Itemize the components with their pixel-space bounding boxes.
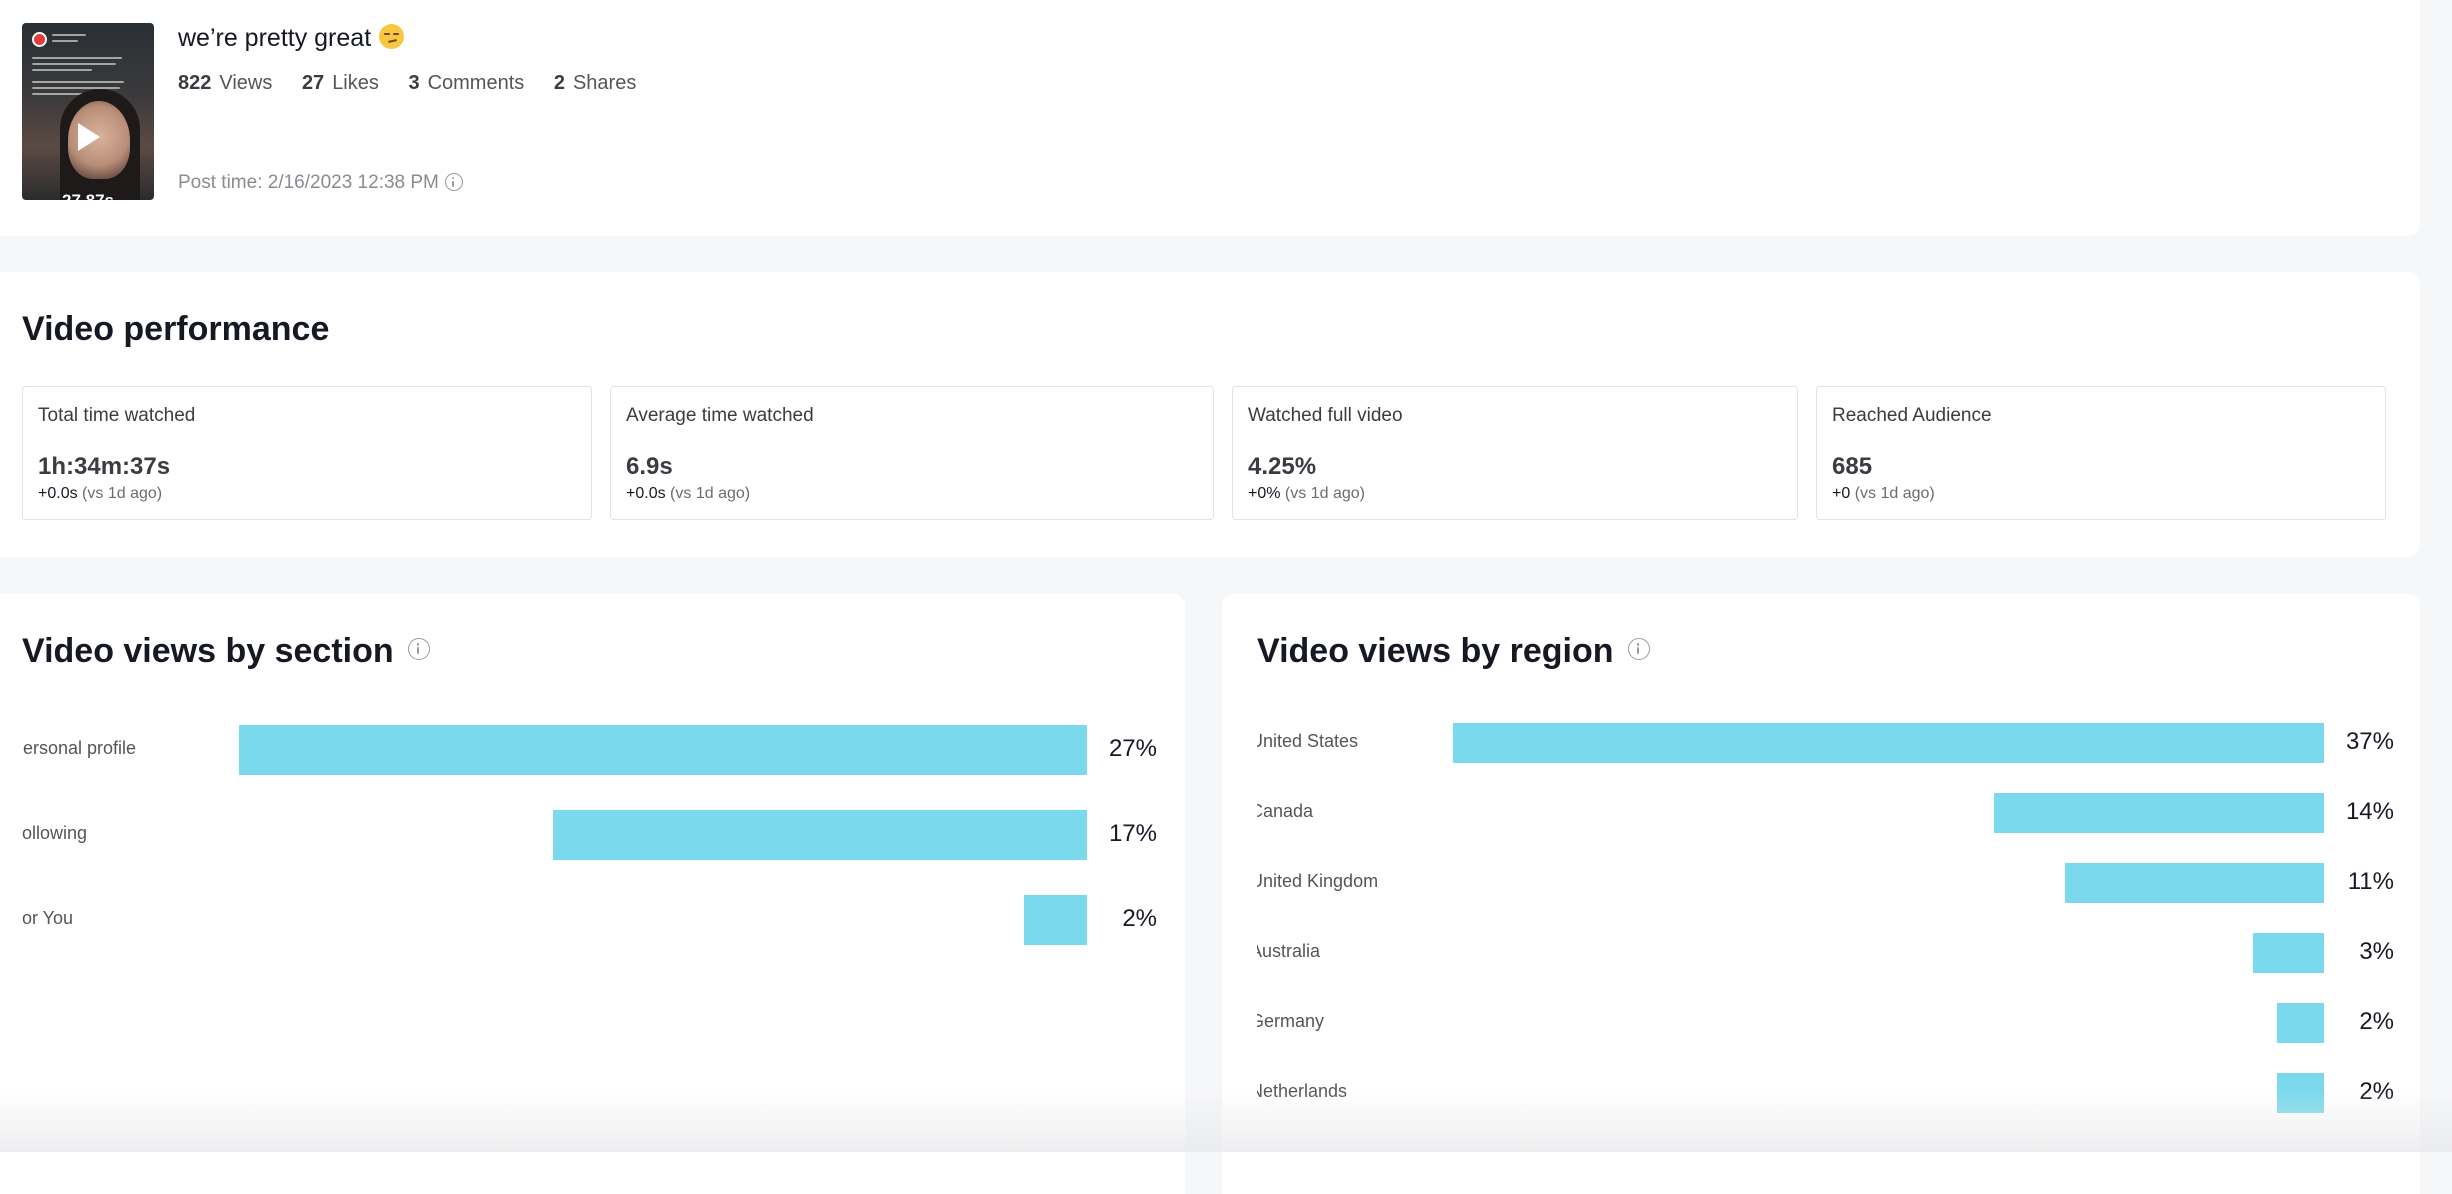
video-header-card: 27.87s we’re pretty great 822Views 27Lik… xyxy=(0,0,2420,236)
bar-label: Following xyxy=(22,823,88,843)
metric-average-time-watched: Average time watched 6.9s +0.0s (vs 1d a… xyxy=(610,386,1214,520)
metric-value: 4.25% xyxy=(1248,453,1317,480)
bar[interactable] xyxy=(2253,933,2324,973)
bar-value-label: 2% xyxy=(2359,1078,2394,1105)
views-by-section-title: Video views by section xyxy=(22,632,430,671)
bar[interactable] xyxy=(1994,793,2324,833)
metric-delta: +0.0s (vs 1d ago) xyxy=(38,485,163,502)
video-title: we’re pretty great xyxy=(178,24,405,53)
post-time-text: Post time: 2/16/2023 12:38 PM xyxy=(178,172,439,193)
metric-delta: +0% (vs 1d ago) xyxy=(1248,485,1365,502)
metric-delta: +0 (vs 1d ago) xyxy=(1832,485,1935,502)
bar-value-label: 3% xyxy=(2359,938,2394,965)
bar-label: United States xyxy=(1257,731,1359,751)
video-title-text: we’re pretty great xyxy=(178,24,372,52)
smirking-face-icon xyxy=(379,24,405,49)
info-icon[interactable] xyxy=(1627,638,1650,660)
bar-label: United Kingdom xyxy=(1257,871,1379,891)
thumbnail-text-line xyxy=(52,40,78,42)
bar[interactable] xyxy=(553,810,1087,860)
bar-value-label: 11% xyxy=(2347,868,2394,895)
bar[interactable] xyxy=(1453,723,2324,763)
thumbnail-text-line xyxy=(32,57,122,59)
views-by-section-title-text: Video views by section xyxy=(22,632,394,670)
bar-value-label: 2% xyxy=(1122,905,1157,932)
thumbnail-text-line xyxy=(52,34,86,36)
thumbnail-text-line xyxy=(32,69,92,71)
metric-total-time-watched: Total time watched 1h:34m:37s +0.0s (vs … xyxy=(22,386,592,520)
stat-likes: 27 Likes xyxy=(301,72,379,94)
video-thumbnail[interactable]: 27.87s xyxy=(22,23,154,200)
metric-value: 1h:34m:37s xyxy=(38,453,171,480)
stat-comments: 3 Comments xyxy=(408,72,525,94)
bar[interactable] xyxy=(2276,1073,2324,1113)
info-icon[interactable] xyxy=(407,638,430,660)
post-time: Post time: 2/16/2023 12:38 PM xyxy=(178,172,463,194)
bar-value-label: 2% xyxy=(2359,1008,2394,1035)
bar-label: Australia xyxy=(1257,941,1321,961)
metric-label: Watched full video xyxy=(1248,405,1403,426)
bar[interactable] xyxy=(2065,863,2324,903)
bar[interactable] xyxy=(2276,1003,2324,1043)
bar-value-label: 27% xyxy=(1108,735,1157,762)
thumbnail-text-line xyxy=(32,63,116,65)
metric-delta: +0.0s (vs 1d ago) xyxy=(626,485,751,502)
bar[interactable] xyxy=(239,725,1087,775)
metric-value: 6.9s xyxy=(626,453,673,480)
stat-views: 822 Views xyxy=(178,72,273,94)
views-by-region-title-text: Video views by region xyxy=(1257,632,1614,670)
account-logo-icon xyxy=(32,32,47,47)
video-duration: 27.87s xyxy=(22,191,154,200)
bar-value-label: 14% xyxy=(2345,798,2394,825)
bar-label: Canada xyxy=(1257,801,1314,821)
stat-shares: 2 Shares xyxy=(553,72,637,94)
bar-value-label: 17% xyxy=(1108,820,1157,847)
metric-label: Reached Audience xyxy=(1832,405,1992,426)
play-icon[interactable] xyxy=(78,123,100,151)
bar-value-label: 37% xyxy=(2345,728,2394,755)
bar-label: Germany xyxy=(1257,1011,1325,1031)
views-by-section-card xyxy=(0,594,1185,1194)
bar[interactable] xyxy=(1024,895,1087,945)
video-stats: 822 Views 27 Likes 3 Comments 2 Shares xyxy=(178,72,660,95)
views-by-region-title: Video views by region xyxy=(1257,632,1650,671)
metric-watched-full-video: Watched full video 4.25% +0% (vs 1d ago) xyxy=(1232,386,1798,520)
bar-label: Personal profile xyxy=(22,738,137,758)
metric-label: Average time watched xyxy=(626,405,814,426)
video-performance-title: Video performance xyxy=(22,310,330,348)
metric-reached-audience: Reached Audience 685 +0 (vs 1d ago) xyxy=(1816,386,2386,520)
bar-label: Netherlands xyxy=(1257,1081,1348,1101)
bar-label: For You xyxy=(22,908,74,928)
thumbnail-text-line xyxy=(32,81,124,83)
metric-label: Total time watched xyxy=(38,405,196,426)
metric-value: 685 xyxy=(1832,453,1873,480)
info-icon[interactable] xyxy=(444,173,463,191)
